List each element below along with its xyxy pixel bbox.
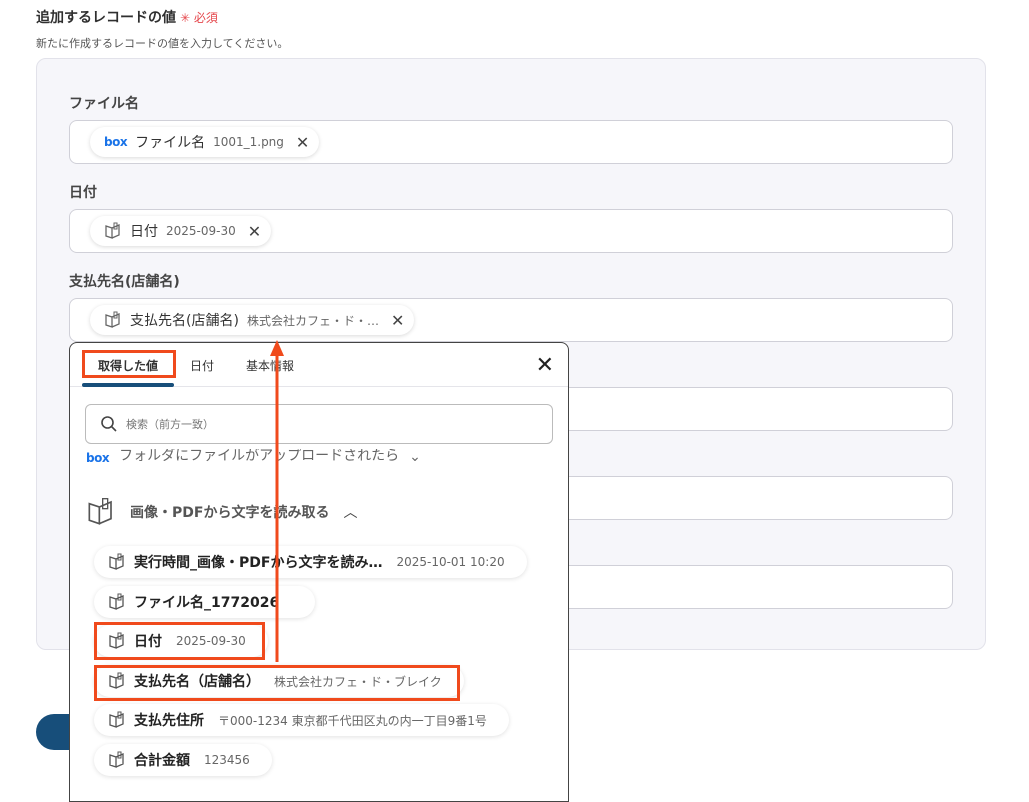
annotation-highlight-payee: [94, 665, 460, 701]
active-tab-indicator: [82, 383, 174, 387]
annotation-highlight-date: [94, 622, 265, 660]
remove-chip-icon[interactable]: ✕: [296, 133, 309, 152]
field-label-filename: ファイル名: [69, 96, 139, 112]
item-value: 〒000-1234 東京都千代田区丸の内一丁目9番1号: [218, 713, 487, 728]
group-title: 画像・PDFから文字を読み取る: [130, 505, 330, 521]
chevron-down-icon: ⌄: [409, 449, 421, 465]
annotation-highlight-tab: [82, 350, 176, 378]
chip-name: ファイル名: [135, 135, 206, 151]
tab-basic-info[interactable]: 基本情報: [246, 357, 294, 374]
ocr-book-icon: [105, 222, 120, 239]
collapsed-group-title: フォルダにファイルがアップロードされたら: [119, 449, 400, 464]
chip-name: 支払先名(店舗名): [130, 313, 239, 329]
ocr-book-icon: [109, 593, 124, 610]
chip-name: 日付: [130, 224, 158, 240]
ocr-book-icon: [109, 553, 124, 570]
remove-chip-icon[interactable]: ✕: [248, 222, 261, 241]
value-picker-dropdown: 取得した値 日付 基本情報 ✕ box フォルダにファイルがアップロードされたら…: [69, 342, 569, 802]
list-item[interactable]: 合計金額 123456: [94, 744, 272, 776]
ocr-book-icon: [109, 751, 124, 768]
chip-value: 株式会社カフェ・ド・…: [246, 313, 379, 328]
field-label-date: 日付: [69, 185, 97, 201]
item-name: 実行時間_画像・PDFから文字を読み…: [134, 555, 383, 571]
list-item[interactable]: 支払先住所 〒000-1234 東京都千代田区丸の内一丁目9番1号: [94, 704, 509, 736]
item-value: 123456: [204, 753, 250, 767]
list-item[interactable]: 実行時間_画像・PDFから文字を読み… 2025-10-01 10:20: [94, 546, 527, 578]
item-name: 支払先住所: [134, 713, 204, 729]
chevron-up-icon: ︿: [343, 505, 358, 521]
search-icon: [101, 416, 117, 432]
value-chip-payee[interactable]: 支払先名(店舗名) 株式会社カフェ・ド・… ✕: [90, 305, 415, 335]
required-badge: ✳ 必須: [180, 11, 218, 25]
chip-value: 2025-09-30: [166, 224, 236, 238]
item-name: ファイル名_1772026: [134, 595, 280, 611]
list-item[interactable]: ファイル名_1772026: [94, 586, 316, 618]
item-value: 2025-10-01 10:20: [396, 555, 505, 569]
ocr-book-icon: [109, 711, 124, 728]
close-icon[interactable]: ✕: [536, 355, 554, 377]
value-chip-filename[interactable]: box ファイル名 1001_1.png ✕: [90, 127, 320, 157]
chip-value: 1001_1.png: [213, 135, 284, 149]
field-label-payee: 支払先名(店舗名): [69, 274, 180, 290]
collapsed-group-box[interactable]: box フォルダにファイルがアップロードされたら ⌄: [86, 449, 556, 465]
group-header-ocr[interactable]: 画像・PDFから文字を読み取る ︿: [86, 497, 357, 527]
section-title-text: 追加するレコードの値: [36, 10, 176, 26]
box-icon: box: [86, 451, 110, 465]
search-box[interactable]: [85, 404, 553, 444]
ocr-book-icon: [105, 311, 120, 328]
item-name: 合計金額: [134, 753, 190, 769]
section-title: 追加するレコードの値 ✳ 必須: [36, 7, 218, 27]
search-input[interactable]: [126, 417, 506, 431]
tab-date[interactable]: 日付: [190, 357, 214, 374]
remove-chip-icon[interactable]: ✕: [391, 311, 404, 330]
section-description: 新たに作成するレコードの値を入力してください。: [36, 37, 289, 50]
ocr-book-icon: [88, 498, 112, 525]
box-icon: box: [104, 135, 128, 149]
value-chip-date[interactable]: 日付 2025-09-30 ✕: [90, 216, 272, 246]
